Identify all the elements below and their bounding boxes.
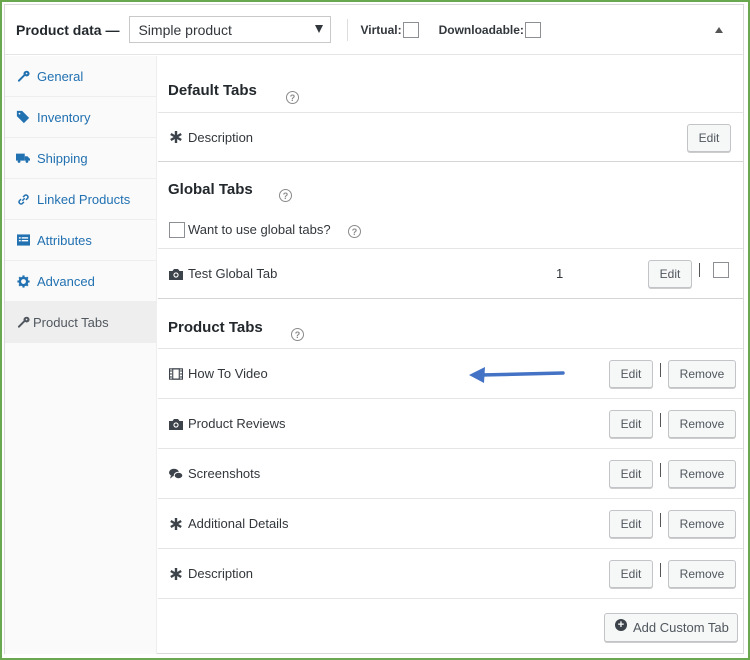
collapse-toggle-icon[interactable] [715, 27, 723, 33]
edit-button[interactable]: Edit [609, 510, 653, 538]
help-icon[interactable]: ? [348, 225, 361, 238]
help-icon[interactable]: ? [279, 189, 292, 202]
product-data-tabs: General Inventory Shipping Linked Produc… [5, 56, 157, 654]
virtual-checkbox[interactable] [402, 21, 419, 38]
product-tab-row-screenshots: Screenshots Edit Remove [158, 448, 743, 498]
sidebar-item-attributes[interactable]: Attributes [5, 220, 156, 261]
edit-button[interactable]: Edit [648, 260, 692, 288]
global-tabs-heading: Global Tabs [168, 181, 253, 198]
edit-button[interactable]: Edit [687, 124, 731, 152]
film-icon [169, 367, 183, 381]
add-custom-tab-button[interactable]: + Add Custom Tab [604, 613, 738, 642]
tab-label: Product Reviews [188, 416, 286, 431]
pipe-separator [660, 563, 661, 577]
pipe-separator [660, 463, 661, 477]
sidebar-item-label: Linked Products [37, 191, 131, 207]
downloadable-label: Downloadable: [438, 22, 524, 37]
sidebar-item-label: Advanced [37, 273, 95, 289]
edit-button[interactable]: Edit [609, 360, 653, 388]
pipe-separator [699, 263, 700, 277]
wrench-icon [16, 315, 30, 329]
asterisk-icon [169, 567, 183, 581]
product-tab-row-product-reviews: Product Reviews Edit Remove [158, 398, 743, 448]
global-tab-row: Test Global Tab 1 Edit [158, 248, 743, 298]
add-custom-tab-label: Add Custom Tab [633, 620, 729, 635]
section-divider [158, 598, 743, 599]
header-divider [347, 18, 349, 41]
gear-icon [16, 274, 30, 288]
sidebar-item-label: Inventory [37, 109, 91, 125]
help-icon[interactable]: ? [286, 91, 299, 104]
edit-button[interactable]: Edit [609, 460, 653, 488]
camera-icon [169, 417, 183, 431]
sidebar-item-label: General [37, 68, 84, 84]
product-type-select[interactable]: Simple product [129, 16, 332, 43]
tab-label: Additional Details [188, 516, 289, 531]
truck-icon [16, 151, 30, 165]
tab-label: Screenshots [188, 466, 261, 481]
wrench-icon [16, 69, 30, 83]
product-type-value: Simple product [138, 21, 232, 38]
sidebar-item-label: Shipping [37, 150, 88, 166]
tag-icon [16, 110, 30, 124]
tab-label: Description [188, 129, 254, 145]
panel-title: Product data — [16, 21, 120, 38]
camera-icon [169, 267, 183, 281]
link-icon [16, 192, 30, 206]
tab-label: How To Video [188, 366, 268, 381]
sidebar-item-inventory[interactable]: Inventory [5, 97, 156, 138]
section-divider [158, 298, 743, 299]
use-global-tabs-label: Want to use global tabs? [188, 222, 331, 237]
edit-button[interactable]: Edit [609, 560, 653, 588]
default-tab-row-description: Description Edit [158, 112, 743, 161]
pipe-separator [660, 413, 661, 427]
asterisk-icon [169, 517, 183, 531]
product-tabs-heading: Product Tabs [168, 319, 263, 336]
downloadable-checkbox[interactable] [524, 21, 541, 38]
list-icon [16, 233, 30, 247]
global-tab-count: 1 [556, 266, 564, 281]
sidebar-item-general[interactable]: General [5, 56, 156, 97]
global-tab-checkbox[interactable] [713, 262, 729, 278]
help-icon[interactable]: ? [291, 328, 304, 341]
panel-header: Product data — Simple product Virtual: D… [5, 5, 743, 55]
tab-label: Description [188, 566, 254, 581]
default-tabs-heading: Default Tabs [168, 82, 257, 99]
edit-button[interactable]: Edit [609, 410, 653, 438]
sidebar-item-advanced[interactable]: Advanced [5, 261, 156, 302]
section-divider [158, 161, 743, 162]
chat-icon [169, 467, 183, 481]
sidebar-item-shipping[interactable]: Shipping [5, 138, 156, 179]
product-tabs-panel: Default Tabs ? Description Edit Global T… [158, 56, 743, 654]
remove-button[interactable]: Remove [668, 410, 736, 438]
sidebar-item-linked-products[interactable]: Linked Products [5, 179, 156, 220]
remove-button[interactable]: Remove [668, 460, 736, 488]
chevron-down-icon [315, 25, 324, 33]
product-tab-row-additional-details: Additional Details Edit Remove [158, 498, 743, 548]
product-tab-row-description: Description Edit Remove [158, 548, 743, 598]
asterisk-icon [169, 130, 183, 144]
product-data-panel: Product data — Simple product Virtual: D… [4, 4, 744, 654]
product-tab-row-how-to-video: How To Video Edit Remove [158, 348, 743, 398]
remove-button[interactable]: Remove [668, 560, 736, 588]
use-global-tabs-checkbox[interactable] [169, 222, 185, 238]
remove-button[interactable]: Remove [668, 360, 736, 388]
sidebar-item-label: Product Tabs [33, 314, 109, 330]
plus-circle-icon: + [615, 618, 627, 631]
sidebar-item-product-tabs[interactable]: Product Tabs [5, 302, 156, 343]
tab-label: Test Global Tab [188, 266, 278, 281]
pipe-separator [660, 513, 661, 527]
sidebar-item-label: Attributes [37, 232, 92, 248]
virtual-label: Virtual: [360, 22, 402, 37]
remove-button[interactable]: Remove [668, 510, 736, 538]
pipe-separator [660, 363, 661, 377]
